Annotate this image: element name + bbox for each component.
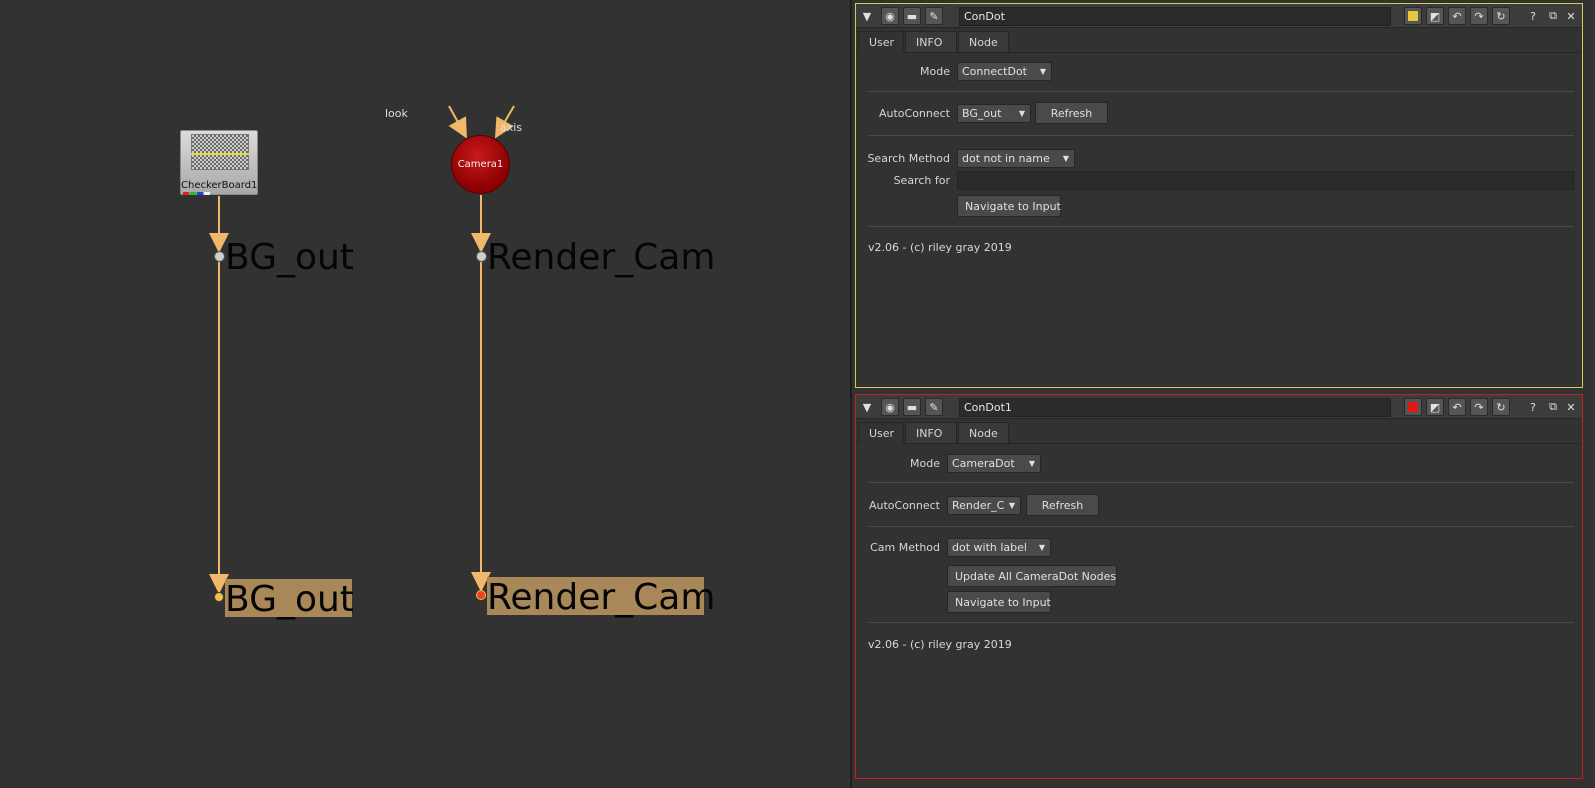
tab-node[interactable]: Node — [958, 422, 1009, 444]
mode-dropdown[interactable]: ConnectDot ▼ — [957, 62, 1052, 81]
mode-dropdown[interactable]: CameraDot ▼ — [947, 454, 1041, 473]
viewer-icon[interactable]: ◉ — [881, 7, 899, 25]
autoconnect-value: Render_C — [952, 499, 1005, 512]
revert-icon[interactable]: ↻ — [1492, 398, 1510, 416]
autoconnect-dropdown[interactable]: BG_out ▼ — [957, 104, 1031, 123]
condot-label-render-cam: Render_Cam — [487, 577, 716, 618]
help-icon[interactable]: ? — [1524, 398, 1542, 416]
redo-icon[interactable]: ↷ — [1470, 7, 1488, 25]
node-color-chip[interactable] — [1404, 7, 1422, 25]
float-window-icon[interactable]: ⧉ — [1544, 7, 1562, 25]
tab-info[interactable]: INFO — [905, 31, 957, 53]
camera-input-axis-label: axis — [500, 121, 523, 134]
camera-node[interactable]: Camera1 — [451, 135, 510, 194]
version-text: v2.06 - (c) riley gray 2019 — [868, 241, 1012, 254]
float-window-icon[interactable]: ⧉ — [1544, 398, 1562, 416]
reset-icon[interactable]: ◩ — [1426, 398, 1444, 416]
tab-info[interactable]: INFO — [905, 422, 957, 444]
undo-icon[interactable]: ↶ — [1448, 398, 1466, 416]
mode-value: ConnectDot — [962, 65, 1027, 78]
viewer-icon[interactable]: ◉ — [881, 398, 899, 416]
node-name-field[interactable]: ConDot1 — [959, 398, 1391, 417]
camera-input-look-label: look — [385, 107, 408, 120]
separator — [868, 226, 1574, 227]
properties-panel-condot1: ▼ ◉ ▬ ✎ ConDot1 ◩ ↶ ↷ ↻ ? ⧉ ✕ User INFO … — [855, 394, 1583, 779]
tab-node[interactable]: Node — [958, 31, 1009, 53]
panel-header: ▼ ◉ ▬ ✎ ConDot ◩ ↶ ↷ ↻ ? ⧉ ✕ — [856, 4, 1582, 28]
update-all-cameradot-nodes-button[interactable]: Update All CameraDot Nodes — [947, 565, 1117, 587]
chevron-down-icon: ▼ — [1028, 459, 1035, 468]
cam-method-dropdown[interactable]: dot with label ▼ — [947, 538, 1051, 557]
autoconnect-dropdown[interactable]: Render_C ▼ — [947, 496, 1021, 515]
chevron-down-icon: ▼ — [1039, 67, 1046, 76]
node-graph[interactable]: CheckerBoard1 Camera1 look axis BG_out R… — [0, 0, 838, 788]
navigate-to-input-button[interactable]: Navigate to Input — [947, 591, 1051, 613]
node-name-field[interactable]: ConDot — [959, 7, 1391, 26]
chevron-down-icon: ▼ — [1018, 109, 1025, 118]
channel-green-indicator — [190, 192, 196, 195]
wrench-icon[interactable]: ✎ — [925, 398, 943, 416]
version-text: v2.06 - (c) riley gray 2019 — [868, 638, 1012, 651]
refresh-button[interactable]: Refresh — [1026, 494, 1099, 516]
chevron-down-icon: ▼ — [1008, 501, 1015, 510]
channel-alpha-indicator — [204, 192, 210, 195]
dot-label-render-cam-top: Render_Cam — [487, 237, 716, 278]
condot-dot-bg-out[interactable] — [214, 592, 224, 602]
mode-value: CameraDot — [952, 457, 1015, 470]
camera-icon[interactable]: ▬ — [903, 398, 921, 416]
node-color-chip[interactable] — [1404, 398, 1422, 416]
dot-node-bg-out[interactable] — [214, 251, 225, 262]
navigate-to-input-button[interactable]: Navigate to Input — [957, 195, 1061, 217]
wires — [209, 105, 515, 594]
camera-icon[interactable]: ▬ — [903, 7, 921, 25]
properties-panel-condot: ▼ ◉ ▬ ✎ ConDot ◩ ↶ ↷ ↻ ? ⧉ ✕ User INFO N… — [855, 3, 1583, 388]
separator — [868, 622, 1574, 623]
search-method-label: Search Method — [867, 152, 950, 165]
checkerboard-node[interactable]: CheckerBoard1 — [180, 130, 258, 195]
undo-icon[interactable]: ↶ — [1448, 7, 1466, 25]
search-method-value: dot not in name — [962, 152, 1050, 165]
condot-dot-render-cam[interactable] — [476, 590, 486, 600]
autoconnect-value: BG_out — [962, 107, 1002, 120]
cam-method-value: dot with label — [952, 541, 1027, 554]
collapse-triangle-icon[interactable]: ▼ — [858, 7, 876, 25]
separator — [868, 482, 1574, 483]
revert-icon[interactable]: ↻ — [1492, 7, 1510, 25]
wire-camera-look — [448, 105, 467, 139]
search-for-input[interactable] — [957, 171, 1574, 190]
chevron-down-icon: ▼ — [1038, 543, 1045, 552]
condot-label-bg-out: BG_out — [225, 579, 354, 620]
checkerboard-node-label: CheckerBoard1 — [181, 180, 258, 191]
refresh-button[interactable]: Refresh — [1035, 102, 1108, 124]
mode-label: Mode — [910, 457, 940, 470]
autoconnect-label: AutoConnect — [868, 499, 940, 512]
panel-header: ▼ ◉ ▬ ✎ ConDot1 ◩ ↶ ↷ ↻ ? ⧉ ✕ — [856, 395, 1582, 419]
dot-label-bg-out-top: BG_out — [225, 237, 354, 278]
collapse-triangle-icon[interactable]: ▼ — [858, 398, 876, 416]
close-icon[interactable]: ✕ — [1562, 7, 1580, 25]
checkerboard-thumbnail — [191, 134, 249, 170]
autoconnect-label: AutoConnect — [878, 107, 950, 120]
wrench-icon[interactable]: ✎ — [925, 7, 943, 25]
dot-node-render-cam[interactable] — [476, 251, 487, 262]
tab-user[interactable]: User — [858, 31, 904, 53]
chevron-down-icon: ▼ — [1062, 154, 1069, 163]
thumbnail-line — [191, 153, 249, 155]
separator — [868, 526, 1574, 527]
channel-red-indicator — [183, 192, 189, 195]
search-for-label: Search for — [893, 174, 950, 187]
separator — [868, 135, 1574, 136]
close-icon[interactable]: ✕ — [1562, 398, 1580, 416]
redo-icon[interactable]: ↷ — [1470, 398, 1488, 416]
tab-user[interactable]: User — [858, 422, 904, 444]
separator — [868, 91, 1574, 92]
mode-label: Mode — [920, 65, 950, 78]
search-method-dropdown[interactable]: dot not in name ▼ — [957, 149, 1075, 168]
help-icon[interactable]: ? — [1524, 7, 1542, 25]
pane-divider[interactable] — [850, 0, 852, 788]
camera-node-label: Camera1 — [457, 159, 504, 170]
reset-icon[interactable]: ◩ — [1426, 7, 1444, 25]
channel-blue-indicator — [197, 192, 203, 195]
cam-method-label: Cam Method — [870, 541, 940, 554]
